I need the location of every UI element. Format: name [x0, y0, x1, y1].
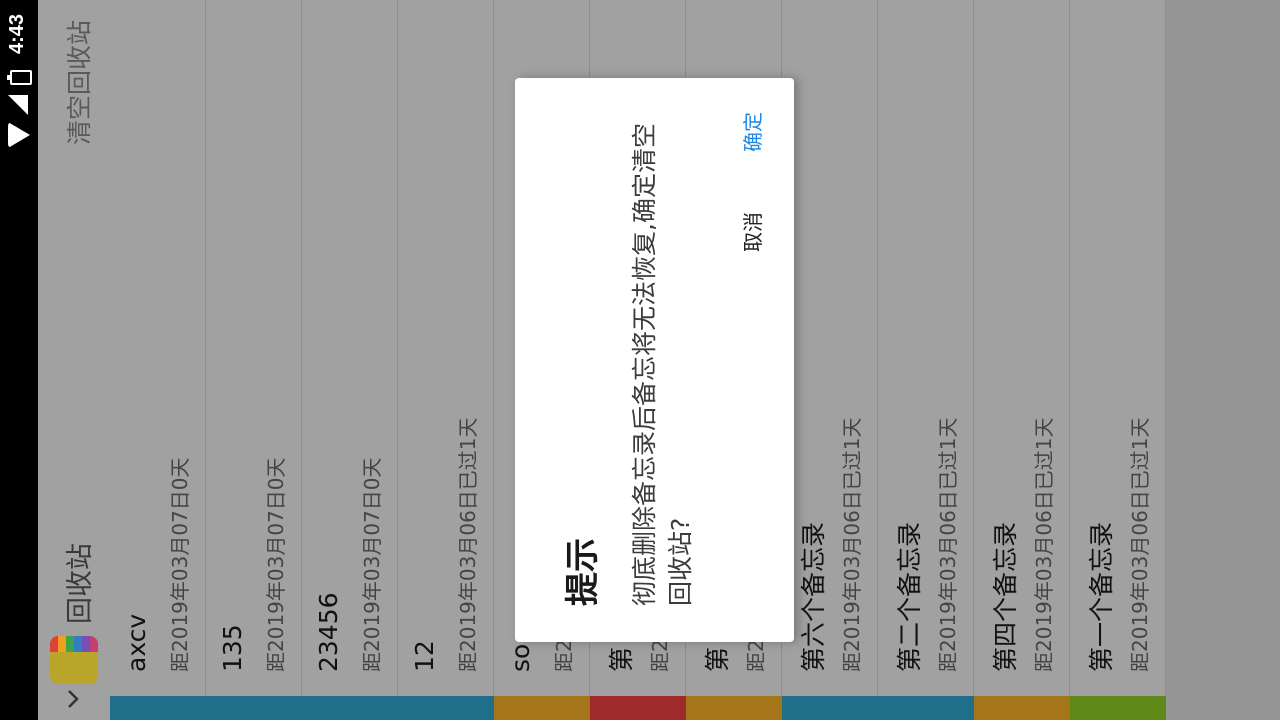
color-tag [1070, 696, 1166, 720]
color-tag [494, 696, 590, 720]
notebook-app-icon [50, 636, 98, 684]
list-item-subtitle: 距2 [552, 639, 576, 672]
color-tag [206, 696, 302, 720]
list-item-subtitle: 距2019年03月07日0天 [360, 457, 384, 672]
status-bar: 4:43 [0, 0, 38, 720]
logo-stripes [50, 636, 98, 652]
status-time: 4:43 [6, 14, 28, 55]
color-tag [398, 696, 494, 720]
list-item-title: 第一个备忘录 [1087, 521, 1116, 672]
list-item-subtitle: 距2019年03月07日0天 [168, 457, 192, 672]
list-item-subtitle: 距2019年03月06日已过1天 [1032, 417, 1056, 672]
list-item[interactable]: 23456 距2019年03月07日0天 [302, 0, 398, 720]
color-tag [974, 696, 1070, 720]
color-tag [590, 696, 686, 720]
cancel-button[interactable]: 取消 [737, 212, 766, 252]
chevron-down-icon-svg [68, 690, 79, 708]
list-item-title: 第 [703, 646, 732, 672]
list-item-title: 第四个备忘录 [991, 521, 1020, 672]
list-item[interactable]: 第一个备忘录 距2019年03月06日已过1天 [1070, 0, 1166, 720]
empty-trash-button[interactable]: 清空回收站 [60, 20, 96, 145]
list-item-subtitle: 距2019年03月06日已过1天 [1128, 417, 1152, 672]
list-item-subtitle: 距2019年03月06日已过1天 [936, 417, 960, 672]
list-item[interactable]: 135 距2019年03月07日0天 [206, 0, 302, 720]
list-item-title: 135 [218, 624, 247, 672]
list-item[interactable]: 12 距2019年03月06日已过1天 [398, 0, 494, 720]
list-item-title: 第 [607, 646, 636, 672]
list-empty-area [1166, 0, 1280, 720]
color-tag [878, 696, 974, 720]
list-item-title: 23456 [314, 592, 343, 672]
confirm-button[interactable]: 确定 [737, 112, 766, 152]
list-item-subtitle: 距2019年03月06日已过1天 [456, 417, 480, 672]
color-tag [686, 696, 782, 720]
app-portrait-canvas: 4:43 回收站 清空回收站 axcv 距2019年03月07日0天 135 距… [0, 0, 1280, 720]
dialog-message: 彻底删除备忘录后备忘将无法恢复,确定清空回收站? [630, 123, 695, 606]
list-item-title: 12 [410, 640, 439, 672]
color-tag [302, 696, 398, 720]
battery-charging-icon [10, 70, 32, 85]
screen: 4:43 回收站 清空回收站 axcv 距2019年03月07日0天 135 距… [0, 0, 1280, 720]
dialog-title: 提示 [563, 538, 603, 606]
color-tag [782, 696, 878, 720]
list-item[interactable]: axcv 距2019年03月07日0天 [110, 0, 206, 720]
list-item[interactable]: 第六个备忘录 距2019年03月06日已过1天 [782, 0, 878, 720]
list-item[interactable]: 第二个备忘录 距2019年03月06日已过1天 [878, 0, 974, 720]
list-item-title: 第六个备忘录 [799, 521, 828, 672]
list-item-subtitle: 距2019年03月06日已过1天 [840, 417, 864, 672]
list-item-title: 第二个备忘录 [895, 521, 924, 672]
list-item-subtitle: 距2 [744, 639, 768, 672]
dialog-actions: 取消 确定 [737, 112, 766, 252]
wifi-icon [8, 122, 30, 148]
toolbar: 回收站 清空回收站 [38, 0, 111, 720]
list-item-title: so [506, 643, 535, 672]
color-tag [110, 696, 206, 720]
page-title: 回收站 [65, 543, 96, 624]
signal-icon [8, 95, 28, 115]
list-item-subtitle: 距2019年03月07日0天 [264, 457, 288, 672]
chevron-down-icon[interactable] [62, 688, 84, 710]
list-item[interactable]: 第四个备忘录 距2019年03月06日已过1天 [974, 0, 1070, 720]
list-item-title: axcv [122, 613, 151, 672]
list-item-subtitle: 距2 [648, 639, 672, 672]
confirm-dialog: 提示 彻底删除备忘录后备忘将无法恢复,确定清空回收站? 取消 确定 [515, 78, 794, 642]
